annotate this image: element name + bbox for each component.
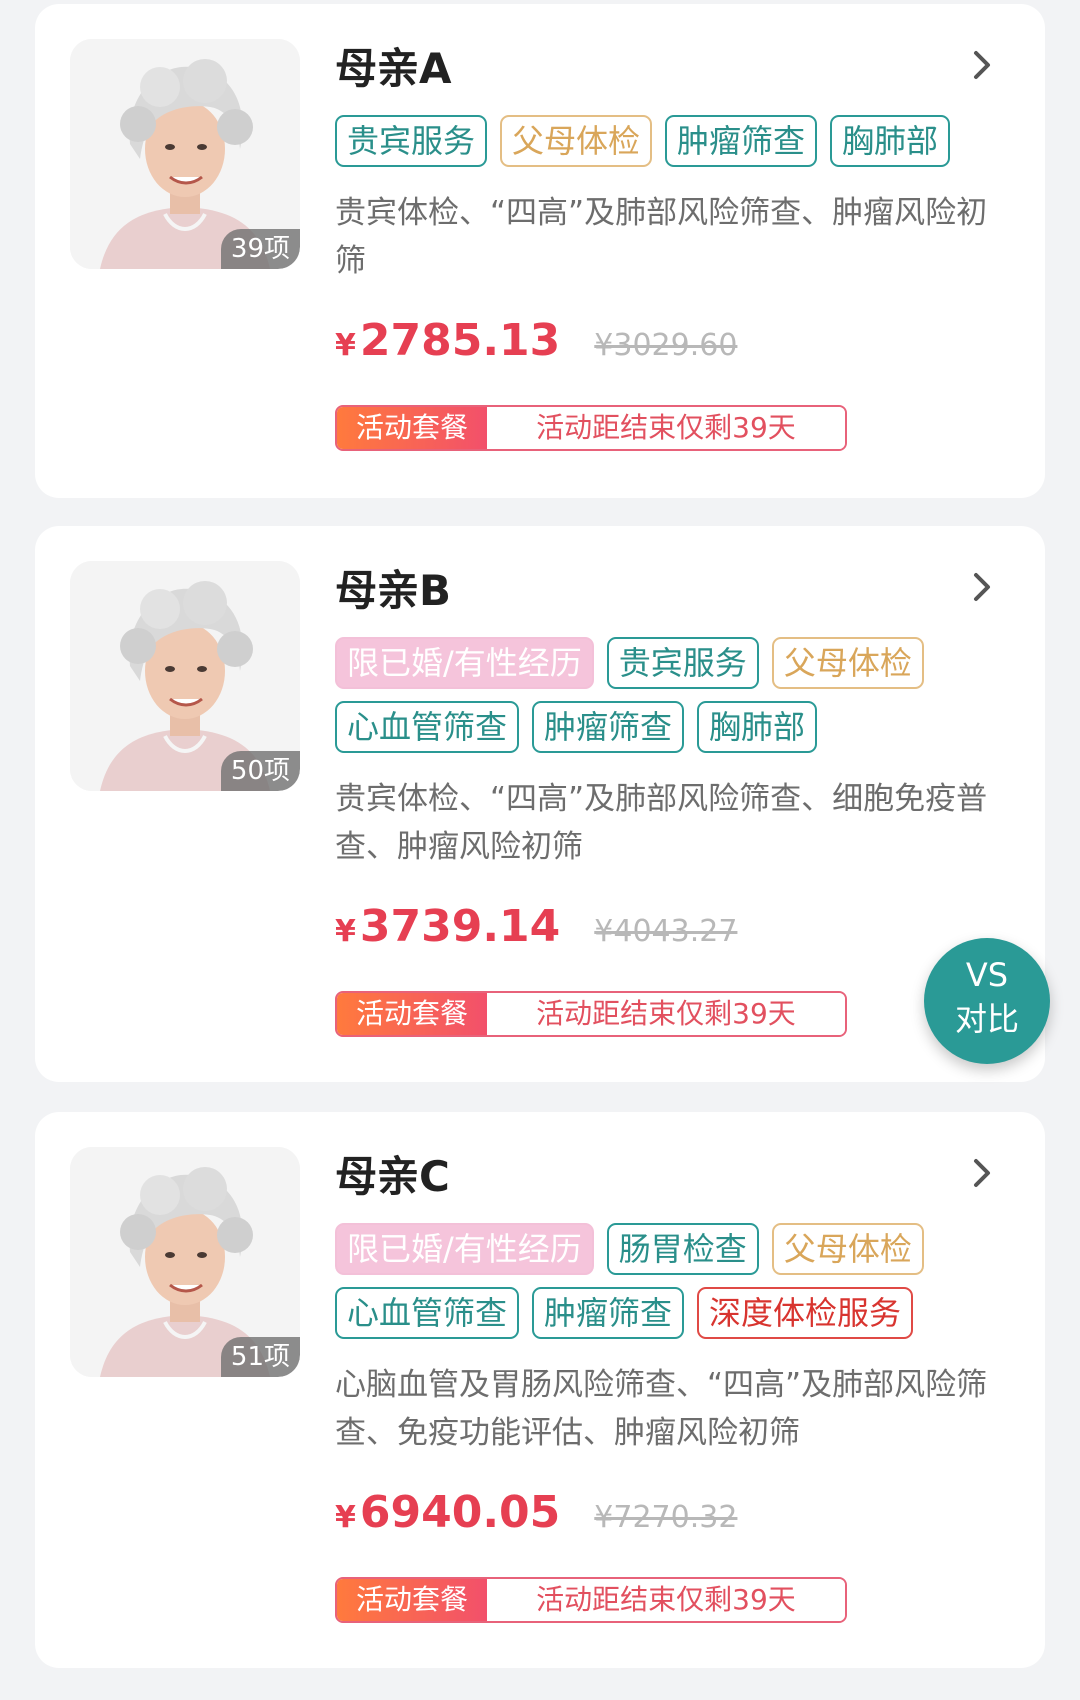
chevron-right-icon[interactable] — [965, 570, 999, 604]
chevron-right-icon[interactable] — [965, 48, 999, 82]
tag: 父母体检 — [500, 115, 653, 167]
package-description: 心脑血管及胃肠风险筛查、“四高”及肺部风险筛查、免疫功能评估、肿瘤风险初筛 — [335, 1367, 988, 1451]
item-count-badge: 51项 — [220, 1337, 300, 1377]
tag: 心血管筛查 — [335, 1287, 520, 1339]
compare-button[interactable]: VS 对比 — [924, 938, 1050, 1064]
package-thumbnail: 51项 — [70, 1147, 300, 1377]
package-card[interactable]: 51项 母亲C 限已婚/有性经历 肠胃检查 父母体检 心血管筛查 肿瘤筛查 深度… — [35, 1112, 1045, 1668]
package-content: 母亲A 贵宾服务 父母体检 肿瘤筛查 胸肺部 贵宾体检、“四高”及肺部风险筛查、… — [335, 39, 1025, 451]
tag-list: 贵宾服务 父母体检 肿瘤筛查 胸肺部 — [335, 115, 1015, 167]
package-title: 母亲A — [335, 44, 452, 93]
package-description: 贵宾体检、“四高”及肺部风险筛查、肿瘤风险初筛 — [335, 195, 988, 279]
price-row: ¥2785.13 ¥3029.60 — [335, 315, 1025, 375]
item-count-badge: 50项 — [220, 751, 300, 791]
price-row: ¥6940.05 ¥7270.32 — [335, 1487, 1025, 1547]
promo-label: 活动套餐 — [337, 407, 487, 449]
package-title: 母亲B — [335, 566, 452, 615]
price-row: ¥3739.14 ¥4043.27 — [335, 901, 1025, 961]
tag: 父母体检 — [771, 637, 924, 689]
promo-label: 活动套餐 — [337, 993, 487, 1035]
tag: 胸肺部 — [830, 115, 951, 167]
package-content: 母亲B 限已婚/有性经历 贵宾服务 父母体检 心血管筛查 肿瘤筛查 胸肺部 贵宾… — [335, 561, 1025, 1037]
tag: 肠胃检查 — [606, 1223, 759, 1275]
promo-countdown: 活动距结束仅剩39天 — [487, 1579, 845, 1621]
price-value: 2785.13 — [359, 315, 561, 366]
promo-banner: 活动套餐 活动距结束仅剩39天 — [335, 405, 847, 451]
currency-symbol: ¥ — [335, 1500, 356, 1535]
tag: 贵宾服务 — [606, 637, 759, 689]
price-value: 6940.05 — [359, 1487, 561, 1538]
promo-banner: 活动套餐 活动距结束仅剩39天 — [335, 991, 847, 1037]
promo-countdown: 活动距结束仅剩39天 — [487, 993, 845, 1035]
tag: 父母体检 — [771, 1223, 924, 1275]
tag: 肿瘤筛查 — [532, 701, 685, 753]
tag: 深度体检服务 — [697, 1287, 914, 1339]
currency-symbol: ¥ — [335, 328, 356, 363]
tag-list: 限已婚/有性经历 贵宾服务 父母体检 心血管筛查 肿瘤筛查 胸肺部 — [335, 637, 1015, 753]
compare-label: 对比 — [954, 1000, 1019, 1038]
tag: 限已婚/有性经历 — [335, 637, 594, 689]
tag: 胸肺部 — [697, 701, 818, 753]
promo-countdown: 活动距结束仅剩39天 — [487, 407, 845, 449]
package-title: 母亲C — [335, 1152, 450, 1201]
item-count-badge: 39项 — [220, 229, 300, 269]
tag: 心血管筛查 — [335, 701, 520, 753]
price-value: 3739.14 — [359, 901, 561, 952]
promo-label: 活动套餐 — [337, 1579, 487, 1621]
tag: 肿瘤筛查 — [665, 115, 818, 167]
currency-symbol: ¥ — [335, 914, 356, 949]
tag: 贵宾服务 — [335, 115, 488, 167]
original-price: ¥3029.60 — [594, 328, 738, 363]
package-description: 贵宾体检、“四高”及肺部风险筛查、细胞免疫普查、肿瘤风险初筛 — [335, 781, 988, 865]
package-card[interactable]: 39项 母亲A 贵宾服务 父母体检 肿瘤筛查 胸肺部 贵宾体检、“四高”及肺部风… — [35, 4, 1045, 498]
tag: 肿瘤筛查 — [532, 1287, 685, 1339]
current-price: ¥2785.13 — [335, 315, 560, 366]
package-card[interactable]: 50项 母亲B 限已婚/有性经历 贵宾服务 父母体检 心血管筛查 肿瘤筛查 胸肺… — [35, 526, 1045, 1082]
promo-banner: 活动套餐 活动距结束仅剩39天 — [335, 1577, 847, 1623]
package-content: 母亲C 限已婚/有性经历 肠胃检查 父母体检 心血管筛查 肿瘤筛查 深度体检服务… — [335, 1147, 1025, 1623]
original-price: ¥7270.32 — [594, 1500, 738, 1535]
chevron-right-icon[interactable] — [965, 1156, 999, 1190]
original-price: ¥4043.27 — [594, 914, 738, 949]
current-price: ¥3739.14 — [335, 901, 560, 952]
current-price: ¥6940.05 — [335, 1487, 560, 1538]
tag: 限已婚/有性经历 — [335, 1223, 594, 1275]
tag-list: 限已婚/有性经历 肠胃检查 父母体检 心血管筛查 肿瘤筛查 深度体检服务 — [335, 1223, 1015, 1339]
compare-vs-label: VS — [965, 956, 1009, 994]
package-thumbnail: 39项 — [70, 39, 300, 269]
package-thumbnail: 50项 — [70, 561, 300, 791]
